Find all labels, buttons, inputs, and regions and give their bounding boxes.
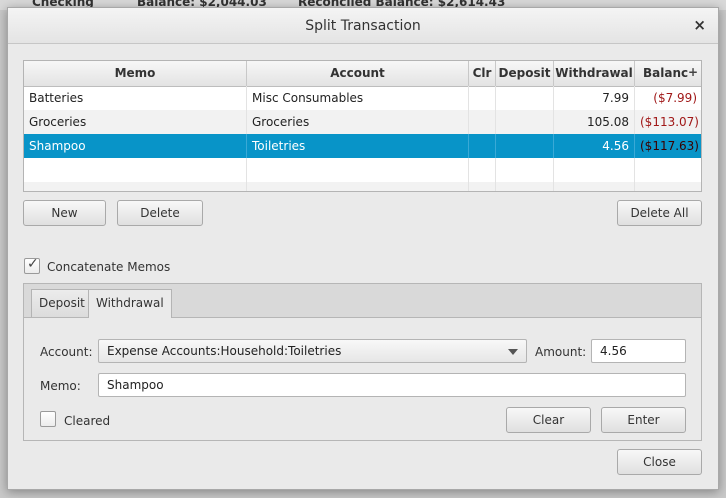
chevron-down-icon bbox=[508, 349, 518, 355]
cell-account: Groceries bbox=[247, 110, 469, 134]
empty-cell bbox=[635, 158, 701, 182]
empty-table-row bbox=[24, 158, 701, 182]
empty-cell bbox=[635, 182, 701, 191]
table-row[interactable]: Batteries Misc Consumables 7.99 ($7.99) bbox=[24, 86, 701, 110]
table-header: Memo Account Clr Deposit Withdrawal Bala… bbox=[24, 61, 701, 87]
enter-button[interactable]: Enter bbox=[601, 407, 686, 433]
concatenate-memos-label: Concatenate Memos bbox=[47, 260, 171, 274]
cell-account: Toiletries bbox=[247, 134, 469, 158]
cleared-label: Cleared bbox=[64, 414, 111, 428]
empty-cell bbox=[554, 182, 635, 191]
clear-button[interactable]: Clear bbox=[506, 407, 591, 433]
table-row[interactable]: Groceries Groceries 105.08 ($113.07) bbox=[24, 110, 701, 134]
checkmark-icon: ✓ bbox=[27, 256, 39, 272]
column-header-withdrawal[interactable]: Withdrawal bbox=[554, 61, 635, 86]
column-header-deposit[interactable]: Deposit bbox=[496, 61, 554, 86]
dialog-title: Split Transaction bbox=[305, 18, 421, 34]
cell-memo: Batteries bbox=[24, 86, 247, 110]
column-header-balance-label: Balanc bbox=[643, 66, 689, 80]
column-header-clr[interactable]: Clr bbox=[469, 61, 496, 86]
cell-balance: ($113.07) bbox=[635, 110, 701, 134]
column-header-account[interactable]: Account bbox=[247, 61, 469, 86]
empty-cell bbox=[496, 182, 554, 191]
close-button[interactable]: Close bbox=[617, 449, 702, 475]
column-header-memo[interactable]: Memo bbox=[24, 61, 247, 86]
amount-label: Amount: bbox=[535, 345, 587, 359]
cell-withdrawal: 7.99 bbox=[554, 86, 635, 110]
cell-balance: ($117.63) bbox=[635, 134, 701, 158]
tab-withdrawal[interactable]: Withdrawal bbox=[88, 289, 172, 318]
tab-deposit[interactable]: Deposit bbox=[31, 289, 93, 317]
delete-all-button[interactable]: Delete All bbox=[617, 200, 702, 226]
amount-input[interactable]: 4.56 bbox=[591, 339, 686, 363]
empty-cell bbox=[24, 158, 247, 182]
split-transaction-dialog: Split Transaction × Memo Account Clr Dep… bbox=[7, 7, 719, 490]
memo-input[interactable]: Shampoo bbox=[98, 373, 686, 397]
cell-deposit bbox=[496, 86, 554, 110]
empty-cell bbox=[496, 158, 554, 182]
cell-deposit bbox=[496, 110, 554, 134]
splits-table[interactable]: Memo Account Clr Deposit Withdrawal Bala… bbox=[23, 60, 702, 192]
cell-withdrawal: 105.08 bbox=[554, 110, 635, 134]
transaction-tab-pane: Deposit Withdrawal Account: Expense Acco… bbox=[23, 283, 702, 441]
close-icon[interactable]: × bbox=[693, 16, 706, 34]
table-row-selected[interactable]: Shampoo Toiletries 4.56 ($117.63) bbox=[24, 134, 701, 158]
empty-cell bbox=[247, 182, 469, 191]
empty-cell bbox=[247, 158, 469, 182]
dialog-titlebar: Split Transaction × bbox=[8, 8, 718, 44]
memo-label: Memo: bbox=[40, 379, 81, 393]
cell-account: Misc Consumables bbox=[247, 86, 469, 110]
account-label: Account: bbox=[40, 345, 93, 359]
cell-withdrawal: 4.56 bbox=[554, 134, 635, 158]
empty-cell bbox=[469, 158, 496, 182]
empty-cell bbox=[24, 182, 247, 191]
delete-button[interactable]: Delete bbox=[117, 200, 203, 226]
empty-table-row bbox=[24, 182, 701, 191]
account-combo-value: Expense Accounts:Household:Toiletries bbox=[107, 344, 342, 358]
column-menu-icon[interactable]: + bbox=[688, 65, 698, 79]
cell-memo: Shampoo bbox=[24, 134, 247, 158]
empty-cell bbox=[554, 158, 635, 182]
empty-cell bbox=[469, 182, 496, 191]
concatenate-memos-checkbox[interactable]: ✓ bbox=[24, 256, 40, 274]
cell-clr bbox=[469, 110, 496, 134]
cleared-checkbox[interactable] bbox=[40, 411, 56, 427]
cell-clr bbox=[469, 134, 496, 158]
tab-header: Deposit Withdrawal bbox=[24, 284, 701, 318]
cell-clr bbox=[469, 86, 496, 110]
cell-deposit bbox=[496, 134, 554, 158]
account-combo[interactable]: Expense Accounts:Household:Toiletries bbox=[98, 339, 527, 363]
cell-balance: ($7.99) bbox=[635, 86, 701, 110]
new-button[interactable]: New bbox=[23, 200, 106, 226]
cell-memo: Groceries bbox=[24, 110, 247, 134]
